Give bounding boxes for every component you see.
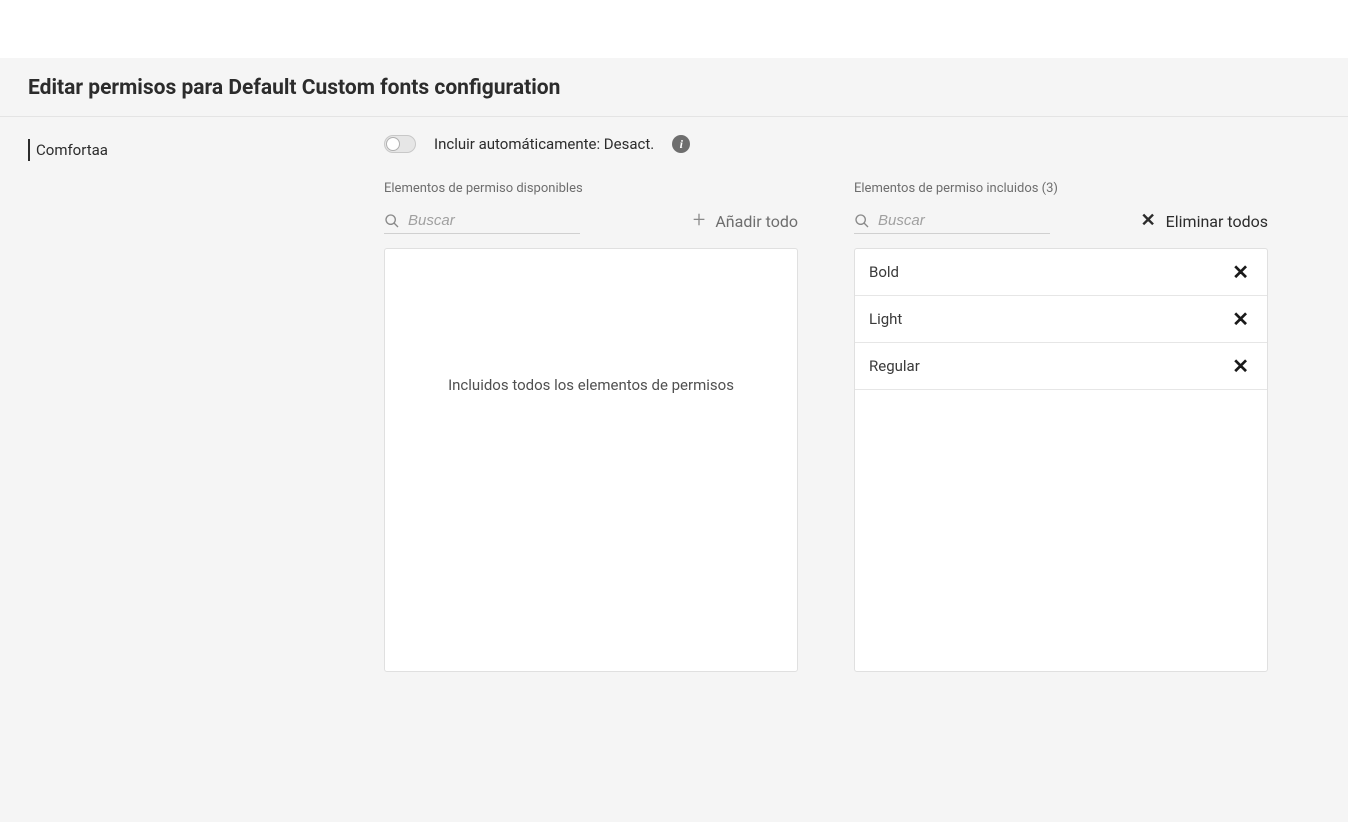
remove-item-button[interactable]: ✕ xyxy=(1228,356,1253,376)
list-item[interactable]: Regular ✕ xyxy=(855,343,1267,390)
page-title: Editar permisos para Default Custom font… xyxy=(0,58,1348,116)
plus-icon: + xyxy=(693,210,705,232)
list-item-label: Regular xyxy=(869,357,920,375)
auto-include-toggle[interactable] xyxy=(384,135,416,153)
sidebar-item-comfortaa[interactable]: Comfortaa xyxy=(28,135,384,165)
close-icon: ✕ xyxy=(1141,212,1156,230)
top-spacer xyxy=(0,0,1348,58)
auto-include-row: Incluir automáticamente: Desact. i xyxy=(384,135,1308,153)
sidebar: Comfortaa xyxy=(0,135,384,672)
sidebar-item-label: Comfortaa xyxy=(36,141,108,159)
add-all-label: Añadir todo xyxy=(715,212,798,231)
included-search-input[interactable] xyxy=(878,212,1050,229)
available-toolbar: + Añadir todo xyxy=(384,208,798,234)
available-column: Elementos de permiso disponibles + Añadi… xyxy=(384,181,798,672)
remove-all-button[interactable]: ✕ Eliminar todos xyxy=(1141,212,1268,231)
search-icon xyxy=(384,213,400,229)
available-panel: Incluidos todos los elementos de permiso… xyxy=(384,248,798,672)
included-column: Elementos de permiso incluidos (3) ✕ Eli… xyxy=(854,181,1268,672)
list-item[interactable]: Light ✕ xyxy=(855,296,1267,343)
included-header: Elementos de permiso incluidos (3) xyxy=(854,181,1268,196)
included-toolbar: ✕ Eliminar todos xyxy=(854,208,1268,234)
available-search-input[interactable] xyxy=(408,212,580,229)
columns: Elementos de permiso disponibles + Añadi… xyxy=(384,181,1308,672)
main-container: Editar permisos para Default Custom font… xyxy=(0,58,1348,672)
remove-item-button[interactable]: ✕ xyxy=(1228,262,1253,282)
list-item[interactable]: Bold ✕ xyxy=(855,249,1267,296)
available-search-wrap xyxy=(384,208,580,234)
body-wrap: Comfortaa Incluir automáticamente: Desac… xyxy=(0,117,1348,672)
info-icon[interactable]: i xyxy=(672,135,690,153)
list-item-label: Bold xyxy=(869,263,899,281)
remove-item-button[interactable]: ✕ xyxy=(1228,309,1253,329)
list-item-label: Light xyxy=(869,310,902,328)
available-empty-message: Incluidos todos los elementos de permiso… xyxy=(385,249,797,671)
included-panel: Bold ✕ Light ✕ Regular ✕ xyxy=(854,248,1268,672)
remove-all-label: Eliminar todos xyxy=(1166,212,1268,231)
search-icon xyxy=(854,213,870,229)
available-header: Elementos de permiso disponibles xyxy=(384,181,798,196)
add-all-button[interactable]: + Añadir todo xyxy=(693,210,798,232)
main-panel: Incluir automáticamente: Desact. i Eleme… xyxy=(384,135,1348,672)
included-search-wrap xyxy=(854,208,1050,234)
toggle-knob xyxy=(386,137,400,151)
auto-include-label: Incluir automáticamente: Desact. xyxy=(434,135,654,153)
